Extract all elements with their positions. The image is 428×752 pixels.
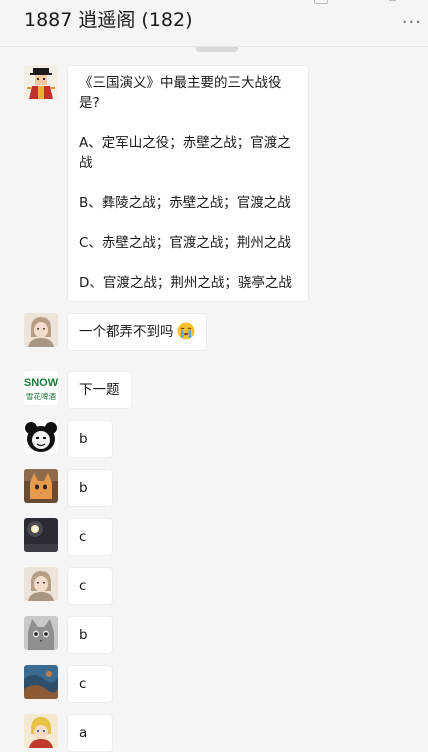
chat-header: 1887 逍遥阁 (182) ··· <box>0 0 428 47</box>
message-bubble[interactable]: a <box>67 714 113 752</box>
message-text: b <box>79 431 88 447</box>
message-bubble[interactable]: 下一题 <box>67 371 132 409</box>
option-a-text: A、定军山之役；赤壁之战；官渡之战 <box>79 135 291 171</box>
close-icon[interactable] <box>408 0 422 4</box>
option-d-text: D、官渡之战；荆州之战；骁亭之战 <box>79 275 292 291</box>
chat-title: 1887 逍遥阁 (182) <box>24 9 193 31</box>
load-more-handle[interactable] <box>196 47 238 52</box>
message-bubble[interactable]: b <box>67 420 113 458</box>
message-bubble[interactable]: c <box>67 665 113 703</box>
avatar-logo-text: SNOW <box>24 377 58 389</box>
message-text: c <box>79 676 87 692</box>
user-avatar-portrait-girl[interactable] <box>24 313 58 347</box>
message-bubble[interactable]: c <box>67 518 113 556</box>
user-avatar-cat-grey[interactable] <box>24 616 58 650</box>
question-text: 《三国演义》中最主要的三大战役是? <box>79 75 282 111</box>
option-b-text: B、彝陵之战；赤壁之战；官渡之战 <box>79 195 291 211</box>
message-bubble[interactable]: 《三国演义》中最主要的三大战役是? A、定军山之役；赤壁之战；官渡之战 B、彝陵… <box>67 65 309 302</box>
user-avatar-portrait-girl[interactable] <box>24 567 58 601</box>
user-avatar-panda-meme[interactable] <box>24 420 58 454</box>
minimize-icon[interactable] <box>385 0 399 4</box>
message-text: c <box>79 529 87 545</box>
user-avatar-cartoon-character[interactable] <box>24 714 58 748</box>
message-bubble[interactable]: c <box>67 567 113 605</box>
user-avatar-night-light[interactable] <box>24 518 58 552</box>
message-text: 下一题 <box>79 382 120 398</box>
option-c-text: C、赤壁之战；官渡之战；荆州之战 <box>79 235 291 251</box>
message-text: 一个都弄不到吗 <box>79 324 174 340</box>
message-text: c <box>79 578 87 594</box>
user-avatar-snow-logo[interactable]: SNOW 雪花啤酒 <box>24 371 58 405</box>
add-member-icon[interactable] <box>314 0 328 4</box>
more-options-icon[interactable]: ··· <box>402 14 422 32</box>
user-avatar-traditional-costume[interactable] <box>24 65 58 99</box>
user-avatar-landscape[interactable] <box>24 665 58 699</box>
message-bubble[interactable]: 一个都弄不到吗 <box>67 313 207 351</box>
message-bubble[interactable]: b <box>67 616 113 654</box>
message-text: a <box>79 725 88 741</box>
crying-face-icon <box>177 322 195 340</box>
message-text: b <box>79 480 88 496</box>
avatar-logo-subtext: 雪花啤酒 <box>26 391 56 401</box>
user-avatar-cat-orange[interactable] <box>24 469 58 503</box>
message-text: b <box>79 627 88 643</box>
message-bubble[interactable]: b <box>67 469 113 507</box>
